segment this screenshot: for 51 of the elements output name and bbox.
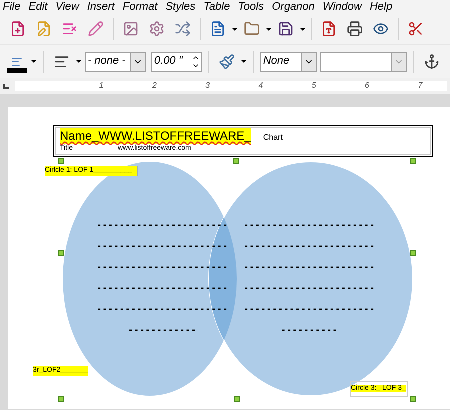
- dashed-text-line: -----------------------: [96, 241, 230, 252]
- dropdown-caret-icon[interactable]: [266, 28, 272, 30]
- dashed-text-line: -----------------------: [244, 241, 378, 252]
- dashed-text-line: ----------: [280, 325, 340, 336]
- menu-item[interactable]: View: [52, 2, 84, 12]
- lines-icon: [11, 56, 23, 68]
- selection-handle[interactable]: [234, 396, 240, 402]
- selection-handle[interactable]: [410, 396, 416, 402]
- dashed-text-line: -----------------------: [244, 262, 378, 273]
- ruler-number: 1: [99, 81, 104, 91]
- ruler-number: 6: [365, 81, 370, 91]
- dropdown-caret-icon[interactable]: [241, 60, 248, 63]
- dashed-text-line: -----------------------: [96, 283, 230, 294]
- line-width-spinbox[interactable]: 0.00 ": [151, 52, 202, 72]
- selection-handle[interactable]: [58, 250, 64, 256]
- dashed-text-line: -----------------------: [96, 262, 230, 273]
- menu-item[interactable]: Edit: [24, 2, 52, 12]
- dashed-text-line: -----------------------: [244, 283, 378, 294]
- dashed-text-line: -----------------------: [244, 220, 378, 231]
- dashed-text-line: -----------------------: [96, 304, 230, 315]
- menu-item[interactable]: Insert: [83, 2, 119, 12]
- dropdown-caret-icon[interactable]: [300, 28, 306, 30]
- dropdown-caret-icon[interactable]: [31, 60, 37, 63]
- selection-handle[interactable]: [58, 396, 64, 402]
- ruler-number: 4: [258, 81, 264, 91]
- area-style-dropdown[interactable]: None: [260, 52, 318, 72]
- fill-dropdown[interactable]: [320, 52, 408, 72]
- ruler-number: 3: [206, 81, 210, 91]
- dashed-text-line: -----------------------: [244, 304, 378, 315]
- selection-handle[interactable]: [58, 158, 64, 164]
- ruler-number: 7: [418, 81, 423, 91]
- ruler-number: 2: [152, 81, 157, 91]
- ruler-number: 5: [312, 81, 316, 91]
- selection-handle[interactable]: [410, 158, 416, 164]
- dropdown-caret-icon[interactable]: [76, 60, 82, 63]
- chart-label: Chart: [263, 132, 283, 144]
- menu-item[interactable]: Organon: [268, 2, 319, 12]
- selection-handle[interactable]: [233, 158, 239, 164]
- menu-item[interactable]: Tools: [234, 2, 268, 12]
- dropdown-caret-icon[interactable]: [232, 28, 238, 30]
- menu-item[interactable]: Styles: [162, 2, 200, 12]
- dashed-text-line: ------------: [128, 325, 199, 336]
- line-style-dropdown[interactable]: - none -: [84, 52, 146, 72]
- menu-item[interactable]: Help: [366, 2, 397, 12]
- menu-item[interactable]: Window: [318, 2, 366, 12]
- menu-item[interactable]: Table: [200, 2, 234, 12]
- menu-item[interactable]: Format: [118, 2, 162, 12]
- dashed-text-line: -----------------------: [96, 220, 230, 231]
- selection-handle[interactable]: [410, 250, 416, 256]
- menu-item[interactable]: File: [2, 2, 25, 12]
- tab-stop-icon[interactable]: [3, 84, 9, 88]
